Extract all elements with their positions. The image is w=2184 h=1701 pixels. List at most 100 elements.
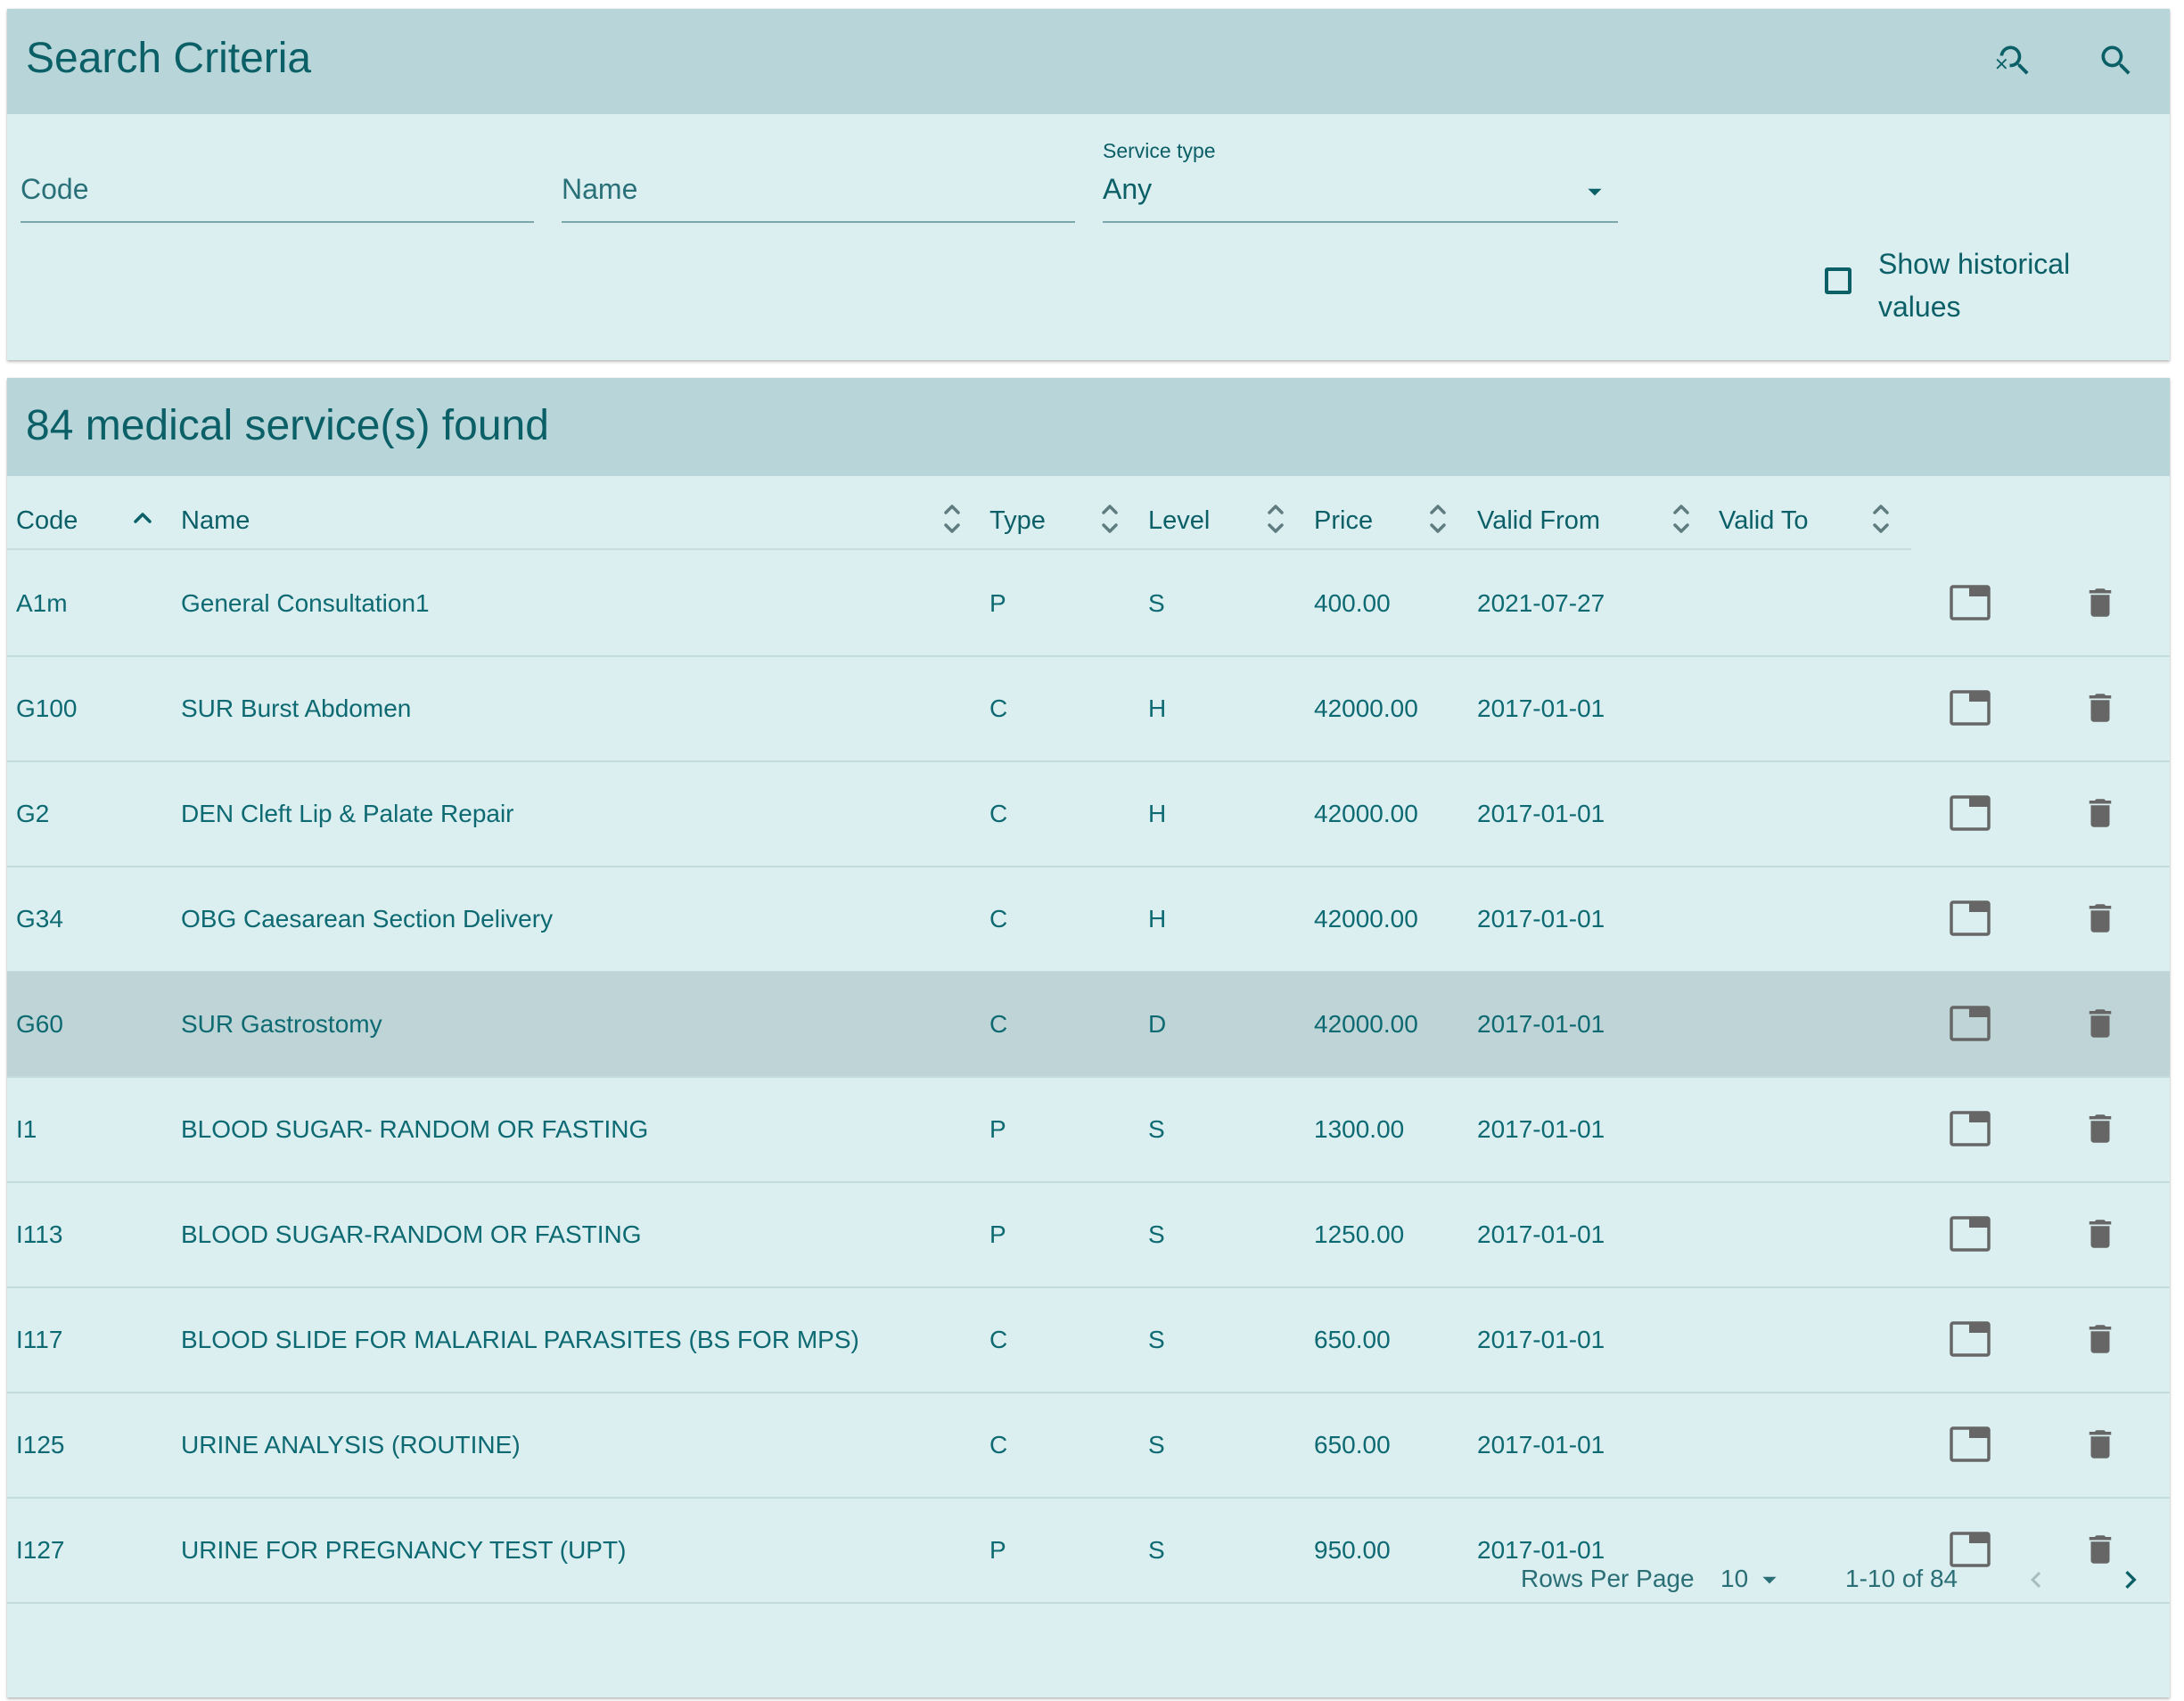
next-page-button[interactable] <box>2106 1555 2155 1605</box>
cell-name: BLOOD SUGAR- RANDOM OR FASTING <box>181 1114 649 1143</box>
open-in-new-tab-button[interactable] <box>1943 1102 1997 1155</box>
cell-valid-from: 2017-01-01 <box>1477 694 1605 722</box>
dropdown-arrow-icon <box>1588 188 1602 196</box>
chevron-left-icon <box>2031 1572 2041 1588</box>
open-in-new-tab-button[interactable] <box>1943 892 1997 945</box>
cell-name: URINE ANALYSIS (ROUTINE) <box>181 1430 521 1459</box>
previous-page-button[interactable] <box>2011 1555 2061 1605</box>
open-in-new-tab-icon <box>1950 1216 1991 1252</box>
cell-code: I125 <box>16 1430 65 1459</box>
open-in-new-tab-button[interactable] <box>1943 576 1997 629</box>
cell-type: P <box>989 1535 1006 1564</box>
cell-valid-from: 2017-01-01 <box>1477 1220 1605 1248</box>
cell-price: 650.00 <box>1314 1430 1391 1459</box>
table-row[interactable]: G34 OBG Caesarean Section Delivery C H 42000… <box>7 867 2170 973</box>
cell-level: S <box>1148 1220 1165 1248</box>
cell-valid-from: 2017-01-01 <box>1477 904 1605 933</box>
open-in-new-tab-icon <box>1950 1321 1991 1357</box>
cell-price: 1250.00 <box>1314 1220 1405 1248</box>
table-row[interactable]: G100 SUR Burst Abdomen C H 42000.00 2017-01-0… <box>7 656 2170 762</box>
cell-code: I117 <box>16 1325 63 1353</box>
cell-valid-from: 2017-01-01 <box>1477 1430 1605 1459</box>
search-button[interactable] <box>2088 32 2145 89</box>
delete-icon <box>2089 694 2112 722</box>
cell-type: C <box>989 694 1008 722</box>
cell-name: BLOOD SLIDE FOR MALARIAL PARASITES (BS F… <box>181 1325 859 1353</box>
cell-code: G2 <box>16 799 50 827</box>
name-field[interactable]: Name <box>562 160 1075 225</box>
sort-unsorted-icon[interactable] <box>1425 495 1451 543</box>
service-type-underline <box>1103 221 1618 223</box>
table-row[interactable]: G2 DEN Cleft Lip & Palate Repair C H 42000.0… <box>7 761 2170 867</box>
open-in-new-tab-button[interactable] <box>1943 997 1997 1050</box>
delete-button[interactable] <box>2073 1312 2127 1366</box>
cell-level: H <box>1148 904 1167 933</box>
rows-per-page-select[interactable]: 10 <box>1720 1560 1792 1599</box>
results-header: 84 medical service(s) found <box>7 378 2170 476</box>
cell-type: C <box>989 1430 1008 1459</box>
delete-button[interactable] <box>2073 1418 2127 1471</box>
open-in-new-tab-button[interactable] <box>1943 681 1997 735</box>
table-row[interactable]: I125 URINE ANALYSIS (ROUTINE) C S 650.00 2017… <box>7 1393 2170 1499</box>
cell-valid-from: 2021-07-27 <box>1477 588 1605 617</box>
cell-valid-from: 2017-01-01 <box>1477 1325 1605 1353</box>
column-header-level[interactable]: Level <box>1148 494 1210 547</box>
service-type-select[interactable]: Service type Any <box>1103 125 1618 225</box>
column-header-code[interactable]: Code <box>16 494 78 547</box>
open-in-new-tab-button[interactable] <box>1943 786 1997 840</box>
reset-search-icon <box>1996 45 2029 75</box>
sort-unsorted-icon[interactable] <box>1262 495 1289 543</box>
delete-button[interactable] <box>2073 786 2127 840</box>
dropdown-arrow-icon <box>1762 1576 1777 1584</box>
cell-type: C <box>989 799 1008 827</box>
delete-button[interactable] <box>2073 1102 2127 1155</box>
rows-per-page-value: 10 <box>1720 1565 1749 1592</box>
open-in-new-tab-button[interactable] <box>1943 1312 1997 1366</box>
sort-unsorted-icon[interactable] <box>1096 495 1123 543</box>
cell-type: C <box>989 904 1008 933</box>
delete-button[interactable] <box>2073 681 2127 735</box>
cell-type: C <box>989 1009 1008 1038</box>
open-in-new-tab-button[interactable] <box>1943 1207 1997 1261</box>
name-input-label: Name <box>562 173 638 205</box>
sort-unsorted-icon[interactable] <box>939 495 965 543</box>
cell-level: S <box>1148 588 1165 617</box>
table-row[interactable]: I1 BLOOD SUGAR- RANDOM OR FASTING P S 1300.0… <box>7 1077 2170 1183</box>
show-historical-label[interactable]: Show historical values <box>1878 242 2110 328</box>
code-field[interactable]: Code <box>21 160 534 225</box>
cell-name: DEN Cleft Lip & Palate Repair <box>181 799 514 827</box>
cell-level: S <box>1148 1325 1165 1353</box>
show-historical-checkbox[interactable] <box>1825 267 1851 294</box>
table-row[interactable]: I117 BLOOD SLIDE FOR MALARIAL PARASITES (… <box>7 1287 2170 1393</box>
results-panel: 84 medical service(s) found Code Name Ty… <box>7 378 2170 1697</box>
cell-price: 42000.00 <box>1314 694 1418 722</box>
column-header-valid-to[interactable]: Valid To <box>1719 494 1809 547</box>
table-row[interactable]: A1m General Consultation1 P S 400.00 2021-07-… <box>7 551 2170 657</box>
open-in-new-tab-button[interactable] <box>1943 1418 1997 1471</box>
table-row[interactable]: G60 SUR Gastrostomy C D 42000.00 2017-01-01 <box>7 972 2170 1078</box>
delete-button[interactable] <box>2073 576 2127 629</box>
table-row[interactable]: I113 BLOOD SUGAR-RANDOM OR FASTING P S 1250.… <box>7 1182 2170 1288</box>
cell-level: S <box>1148 1114 1165 1143</box>
sort-ascending-icon[interactable] <box>129 495 156 543</box>
open-in-new-tab-icon <box>1950 585 1991 620</box>
sort-unsorted-icon[interactable] <box>1868 495 1894 543</box>
cell-type: P <box>989 1114 1006 1143</box>
reset-search-button[interactable] <box>1986 32 2043 89</box>
delete-button[interactable] <box>2073 997 2127 1050</box>
cell-type: P <box>989 1220 1006 1248</box>
code-field-underline <box>21 221 534 223</box>
cell-type: C <box>989 1325 1008 1353</box>
search-criteria-panel: Search Criteria Code Name Service type A… <box>7 9 2170 360</box>
sort-unsorted-icon[interactable] <box>1668 495 1695 543</box>
delete-button[interactable] <box>2073 1207 2127 1261</box>
delete-button[interactable] <box>2073 892 2127 945</box>
column-header-price[interactable]: Price <box>1314 494 1373 547</box>
column-header-valid-from[interactable]: Valid From <box>1477 494 1600 547</box>
code-input-label: Code <box>21 173 89 205</box>
search-criteria-title: Search Criteria <box>26 35 312 82</box>
cell-name: SUR Burst Abdomen <box>181 694 412 722</box>
column-header-name[interactable]: Name <box>181 494 250 547</box>
delete-icon <box>2089 1220 2112 1248</box>
column-header-type[interactable]: Type <box>989 494 1046 547</box>
